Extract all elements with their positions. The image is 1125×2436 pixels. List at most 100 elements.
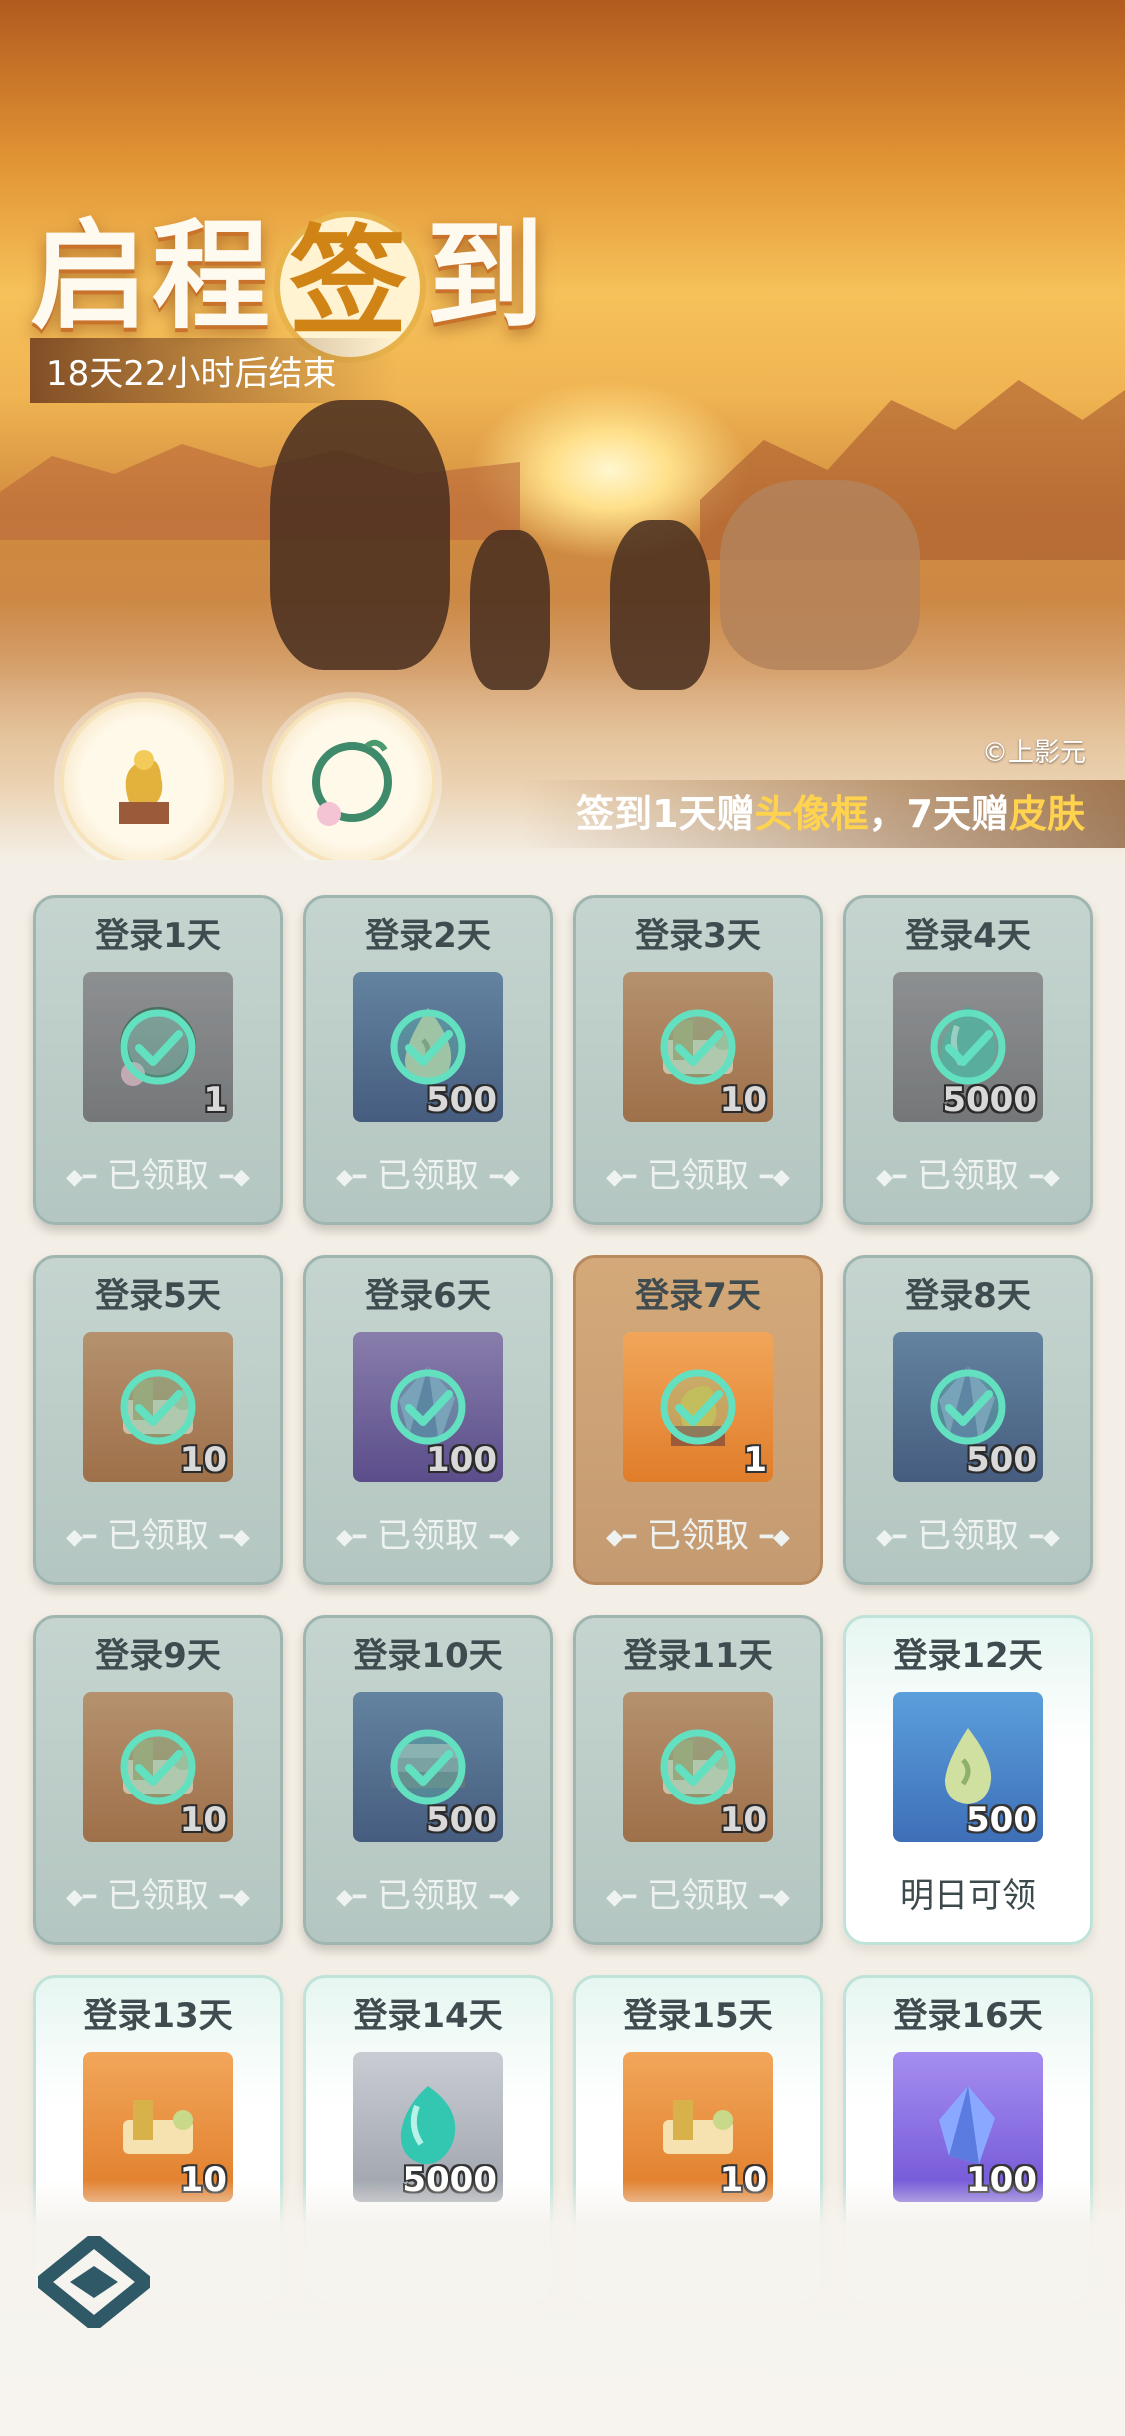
claimed-check-icon — [120, 1009, 196, 1085]
status-text: 已领取 — [377, 1876, 479, 1916]
claim-status: ◆━ 已领取 ━◆ — [846, 1148, 1090, 1197]
signin-day-card[interactable]: 登录8天 500 ◆━ 已领取 ━◆ — [843, 1255, 1093, 1585]
ornament-right: ━◆ — [219, 1525, 250, 1550]
ornament-left: ◆━ — [336, 1885, 367, 1910]
claimed-check-icon — [660, 1729, 736, 1805]
day-label: 登录5天 — [95, 1276, 221, 1316]
claim-status: ◆━ 已领取 ━◆ — [306, 1148, 550, 1197]
claimed-check-icon — [120, 1729, 196, 1805]
claim-status: ◆━ 已领取 ━◆ — [36, 1508, 280, 1557]
horse-figure — [720, 480, 920, 670]
ornament-right: ━◆ — [759, 1165, 790, 1190]
scroll-icon — [123, 2100, 193, 2154]
claimed-check-icon — [660, 1009, 736, 1085]
day-label: 登录16天 — [893, 1996, 1043, 2036]
status-text: 已领取 — [647, 1156, 749, 1196]
ornament-left: ◆━ — [876, 1525, 907, 1550]
status-text: 已领取 — [107, 1516, 209, 1556]
reward-quantity: 1 — [203, 1080, 227, 1120]
claimed-check-icon — [930, 1009, 1006, 1085]
reward-item[interactable]: 500 — [893, 1692, 1043, 1842]
copyright-text: ©上影元 — [982, 738, 1087, 768]
claimed-check-icon — [390, 1729, 466, 1805]
signin-day-card[interactable]: 登录5天 10 ◆━ 已领取 ━◆ — [33, 1255, 283, 1585]
day-label: 登录13天 — [83, 1996, 233, 2036]
bottom-fade — [0, 2180, 1125, 2436]
signin-day-card[interactable]: 登录10天 500 ◆━ 已领取 ━◆ — [303, 1615, 553, 1945]
signin-day-card[interactable]: 登录7天 1 ◆━ 已领取 ━◆ — [573, 1255, 823, 1585]
status-text: 已领取 — [917, 1156, 1019, 1196]
signin-day-card[interactable]: 登录3天 10 ◆━ 已领取 ━◆ — [573, 895, 823, 1225]
reward-preview-dragon[interactable] — [60, 698, 228, 860]
status-text: 已领取 — [377, 1156, 479, 1196]
promo-text: 签到1天赠头像框，7天赠皮肤 — [520, 780, 1125, 848]
claim-status: ◆━ 已领取 ━◆ — [576, 1868, 820, 1917]
day-label: 登录10天 — [353, 1636, 503, 1676]
reward-preview-frame[interactable] — [268, 698, 436, 860]
day-label: 登录9天 — [95, 1636, 221, 1676]
signin-day-card[interactable]: 登录4天 5000 ◆━ 已领取 ━◆ — [843, 895, 1093, 1225]
ornament-right: ━◆ — [1029, 1525, 1060, 1550]
ornament-right: ━◆ — [489, 1525, 520, 1550]
claim-status: ◆━ 已领取 ━◆ — [36, 1868, 280, 1917]
claim-status: ◆━ 已领取 ━◆ — [576, 1148, 820, 1197]
teal-gem-icon — [400, 2086, 456, 2165]
ornament-left: ◆━ — [66, 1165, 97, 1190]
dragon-statue-icon — [119, 750, 169, 824]
day-label: 登录11天 — [623, 1636, 773, 1676]
event-banner: 启程签到 18天22小时后结束 ©上影元 签到1天赠头像框，7天赠皮肤 — [0, 0, 1125, 860]
status-text: 已领取 — [647, 1876, 749, 1916]
ornament-left: ◆━ — [66, 1885, 97, 1910]
status-text: 已领取 — [377, 1516, 479, 1556]
status-text: 已领取 — [107, 1876, 209, 1916]
day-label: 登录8天 — [905, 1276, 1031, 1316]
day-label: 登录14天 — [353, 1996, 503, 2036]
countdown-label: 18天22小时后结束 — [30, 338, 397, 403]
traveler-figure — [470, 530, 550, 690]
reward-quantity: 500 — [966, 1800, 1037, 1840]
reward-quantity: 1 — [743, 1440, 767, 1480]
signin-day-card[interactable]: 登录6天 100 ◆━ 已领取 ━◆ — [303, 1255, 553, 1585]
ornament-left: ◆━ — [606, 1885, 637, 1910]
signin-day-card[interactable]: 登录2天 500 ◆━ 已领取 ━◆ — [303, 895, 553, 1225]
ornament-right: ━◆ — [759, 1525, 790, 1550]
signin-day-card[interactable]: 登录9天 10 ◆━ 已领取 ━◆ — [33, 1615, 283, 1945]
ornament-left: ◆━ — [336, 1165, 367, 1190]
claimed-check-icon — [390, 1009, 466, 1085]
app-logo-icon[interactable] — [38, 2236, 150, 2328]
claimed-check-icon — [660, 1369, 736, 1445]
ornament-left: ◆━ — [66, 1525, 97, 1550]
ornament-right: ━◆ — [759, 1885, 790, 1910]
claim-status: 明日可领 — [900, 1876, 1036, 1916]
jade-drop-icon — [945, 1728, 992, 1804]
ornament-right: ━◆ — [219, 1165, 250, 1190]
signin-day-card[interactable]: 登录12天 500 明日可领 — [843, 1615, 1093, 1945]
day-label: 登录2天 — [365, 916, 491, 956]
ornament-left: ◆━ — [336, 1525, 367, 1550]
ornament-right: ━◆ — [489, 1165, 520, 1190]
claim-status: ◆━ 已领取 ━◆ — [846, 1508, 1090, 1557]
traveler-figure — [610, 520, 710, 690]
ornament-right: ━◆ — [1029, 1165, 1060, 1190]
signin-day-card[interactable]: 登录1天 1 ◆━ 已领取 ━◆ — [33, 895, 283, 1225]
ornament-left: ◆━ — [876, 1165, 907, 1190]
signin-day-card[interactable]: 登录11天 10 ◆━ 已领取 ━◆ — [573, 1615, 823, 1945]
day-label: 登录15天 — [623, 1996, 773, 2036]
traveler-figure — [270, 400, 450, 670]
day-label: 登录3天 — [635, 916, 761, 956]
claim-status: ◆━ 已领取 ━◆ — [306, 1508, 550, 1557]
status-text: 已领取 — [107, 1156, 209, 1196]
event-title: 启程签到 — [30, 180, 548, 363]
status-text: 已领取 — [647, 1516, 749, 1556]
claim-status: ◆━ 已领取 ━◆ — [576, 1508, 820, 1557]
ornament-left: ◆━ — [606, 1165, 637, 1190]
day-label: 登录1天 — [95, 916, 221, 956]
ornament-right: ━◆ — [489, 1885, 520, 1910]
status-text: 已领取 — [917, 1516, 1019, 1556]
ornament-left: ◆━ — [606, 1525, 637, 1550]
avatar-frame-icon — [312, 739, 392, 826]
claim-status: ◆━ 已领取 ━◆ — [306, 1868, 550, 1917]
scroll-icon — [663, 2100, 733, 2154]
ornament-right: ━◆ — [219, 1885, 250, 1910]
claim-status: ◆━ 已领取 ━◆ — [36, 1148, 280, 1197]
